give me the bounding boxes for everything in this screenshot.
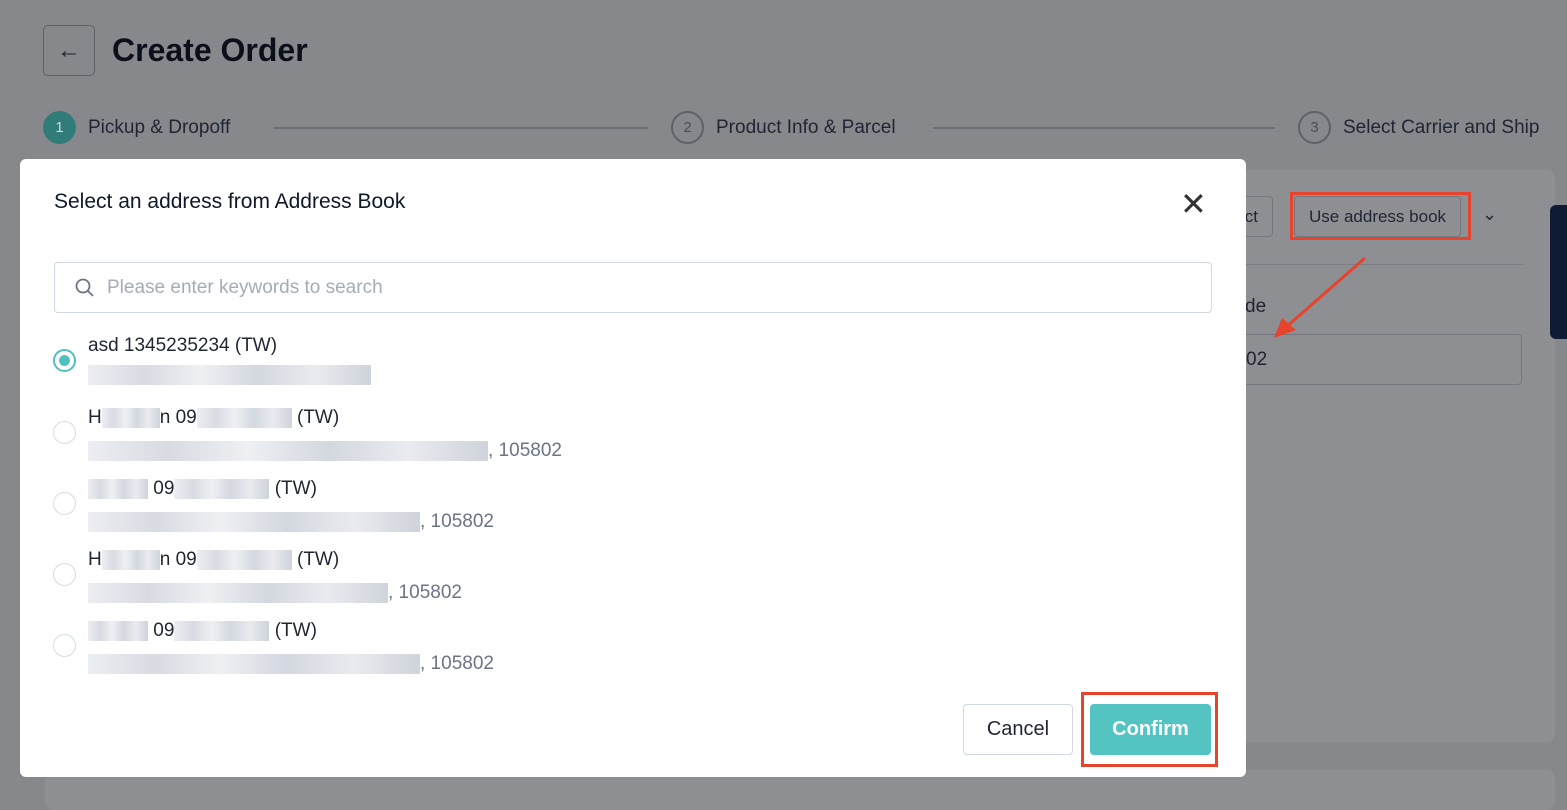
cancel-button[interactable]: Cancel [963,704,1073,755]
search-input[interactable] [107,276,1107,299]
back-button[interactable]: ← [43,25,95,76]
address-item[interactable]: Hn 09 (TW) , 105802 [53,546,462,612]
radio[interactable] [53,563,76,586]
step-1: 1 Pickup & Dropoff [43,111,230,144]
close-icon[interactable]: ✕ [1180,185,1207,223]
radio[interactable] [53,492,76,515]
step-2: 2 Product Info & Parcel [671,111,896,144]
page-title: Create Order [112,32,308,68]
redacted-text [88,583,388,603]
address-item[interactable]: asd 1345235234 (TW) [53,332,371,390]
redacted-text [88,365,371,385]
highlight-box [1081,692,1218,767]
annotation-arrow [1274,256,1366,338]
step-connector [933,127,1275,129]
address-book-modal: Select an address from Address Book ✕ as… [20,159,1246,777]
search-field [54,262,1212,313]
radio[interactable] [53,421,76,444]
radio[interactable] [53,634,76,657]
address-item[interactable]: 09 (TW) , 105802 [53,475,494,541]
radio-selected[interactable] [53,349,76,372]
highlight-box [1290,192,1471,240]
arrow-left-icon: ← [57,36,81,64]
redacted-text [88,512,420,532]
redacted-text [88,654,420,674]
side-panel-tab [1550,205,1567,339]
redacted-text [88,441,488,461]
modal-title: Select an address from Address Book [54,190,406,213]
step-3: 3 Select Carrier and Ship [1298,111,1539,144]
chevron-down-icon[interactable]: ⌄ [1482,204,1497,225]
address-item[interactable]: Hn 09 (TW) , 105802 [53,404,562,470]
address-item[interactable]: 09 (TW) , 105802 [53,617,494,683]
search-icon [75,278,94,297]
step-connector [273,127,648,129]
